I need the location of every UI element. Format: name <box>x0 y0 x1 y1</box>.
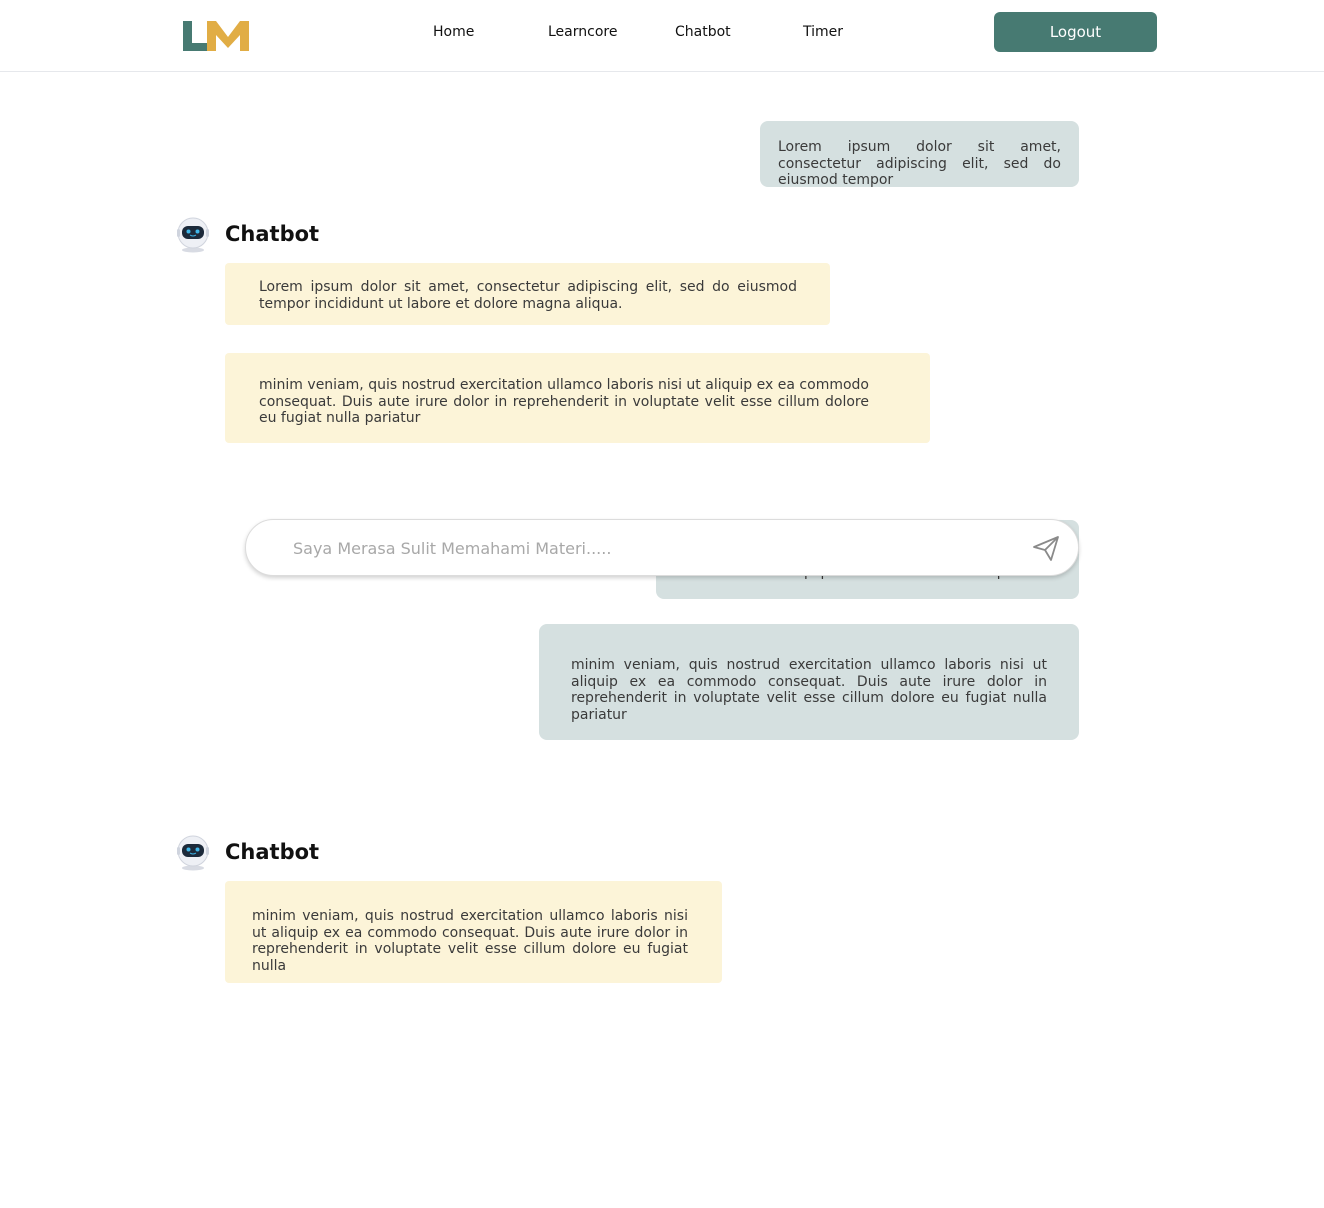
bot-header: Chatbot <box>175 215 319 253</box>
lm-logo[interactable] <box>183 20 249 52</box>
nav-timer[interactable]: Timer <box>803 24 843 40</box>
nav-chatbot[interactable]: Chatbot <box>675 24 731 40</box>
chatbot-page: Home Learncore Chatbot Timer Logout Lore… <box>0 0 1324 1208</box>
nav-home[interactable]: Home <box>433 24 474 40</box>
chat-message-input[interactable] <box>293 533 1013 563</box>
logout-button[interactable]: Logout <box>994 12 1157 52</box>
chat-input-bar <box>245 519 1079 576</box>
bot-name-label: Chatbot <box>225 840 320 864</box>
user-message: Lorem ipsum dolor sit amet, consectetur … <box>760 121 1079 188</box>
paper-plane-icon[interactable] <box>1032 534 1060 562</box>
bot-name-label: Chatbot <box>225 222 320 246</box>
robot-icon <box>177 217 209 253</box>
bot-message: minim veniam, quis nostrud exercitation … <box>225 353 930 443</box>
robot-icon <box>177 835 209 871</box>
bot-message: minim veniam, quis nostrud exercitation … <box>225 881 722 983</box>
user-message: minim veniam, quis nostrud exercitation … <box>539 624 1079 740</box>
bot-message: Lorem ipsum dolor sit amet, consectetur … <box>225 263 830 325</box>
nav-learncore[interactable]: Learncore <box>548 24 617 40</box>
top-navbar: Home Learncore Chatbot Timer Logout <box>0 0 1324 72</box>
bot-header: Chatbot <box>175 833 319 871</box>
